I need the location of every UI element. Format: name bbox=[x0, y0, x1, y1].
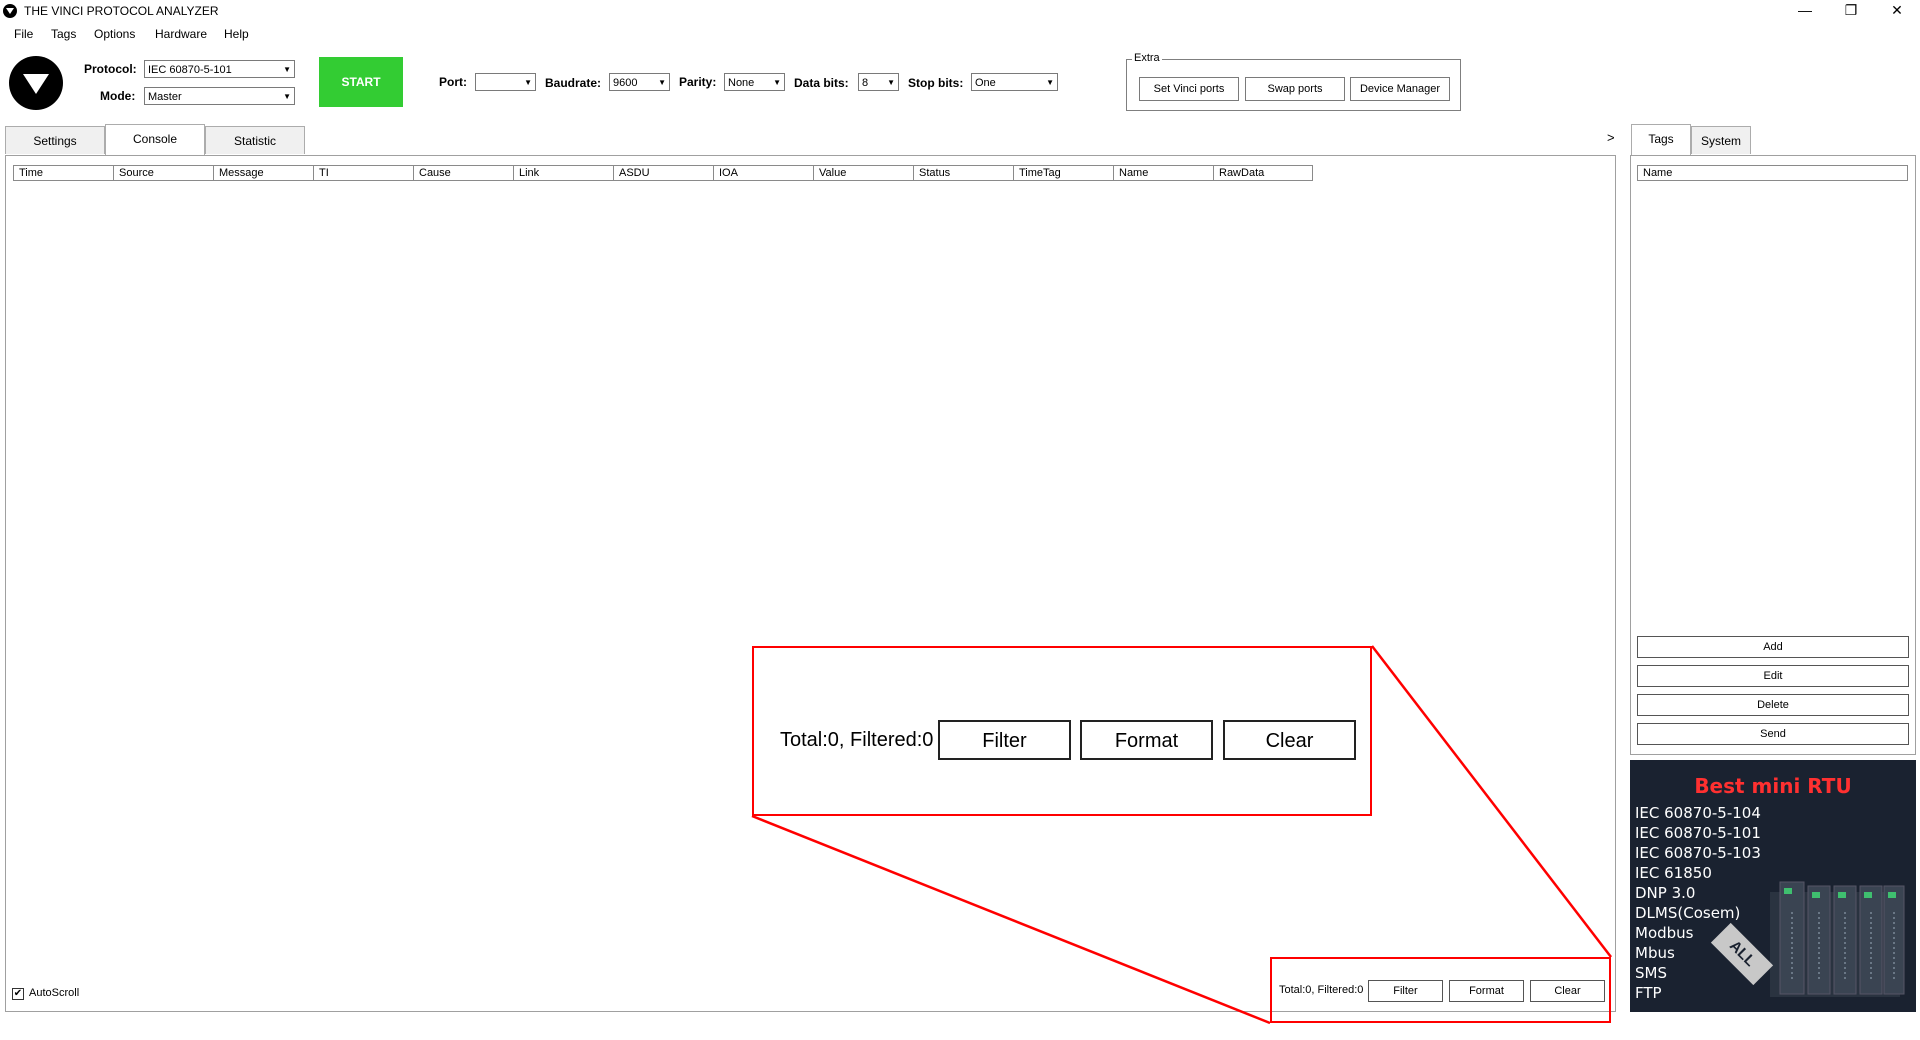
expand-arrow-icon[interactable]: > bbox=[1607, 130, 1615, 145]
ad-line: IEC 60870-5-101 bbox=[1635, 824, 1761, 842]
ad-line: IEC 61850 bbox=[1635, 864, 1712, 882]
zoom-clear-button: Clear bbox=[1223, 720, 1356, 760]
baudrate-label: Baudrate: bbox=[545, 76, 602, 90]
tab-statistic[interactable]: Statistic bbox=[205, 126, 305, 154]
extra-legend: Extra bbox=[1132, 52, 1162, 64]
tab-console[interactable]: Console bbox=[105, 124, 205, 155]
mode-value: Master bbox=[148, 91, 182, 103]
chevron-down-icon: ▼ bbox=[773, 78, 781, 87]
ad-banner[interactable]: Best mini RTU IEC 60870-5-104 IEC 60870-… bbox=[1630, 760, 1916, 1012]
ad-line: IEC 60870-5-103 bbox=[1635, 844, 1761, 862]
column-header-cause[interactable]: Cause bbox=[413, 165, 513, 181]
swap-ports-button[interactable]: Swap ports bbox=[1245, 77, 1345, 101]
ad-tag-label: ALL bbox=[1710, 922, 1774, 986]
column-header-value[interactable]: Value bbox=[813, 165, 913, 181]
minimize-button[interactable]: — bbox=[1782, 0, 1828, 22]
mode-select[interactable]: Master ▼ bbox=[144, 87, 295, 105]
column-header-rawdata[interactable]: RawData bbox=[1213, 165, 1313, 181]
menu-file[interactable]: File bbox=[14, 27, 33, 41]
delete-tag-button[interactable]: Delete bbox=[1637, 694, 1909, 716]
chevron-down-icon: ▼ bbox=[524, 78, 532, 87]
baudrate-select[interactable]: 9600 ▼ bbox=[609, 73, 670, 91]
ad-line: FTP bbox=[1635, 984, 1662, 1002]
tab-system[interactable]: System bbox=[1691, 126, 1751, 154]
menu-tags[interactable]: Tags bbox=[51, 27, 76, 41]
column-header-source[interactable]: Source bbox=[113, 165, 213, 181]
vinci-logo-icon bbox=[9, 56, 63, 110]
edit-tag-button[interactable]: Edit bbox=[1637, 665, 1909, 687]
stopbits-value: One bbox=[975, 77, 996, 89]
port-select[interactable]: ▼ bbox=[475, 73, 536, 91]
parity-select[interactable]: None ▼ bbox=[724, 73, 785, 91]
send-tag-button[interactable]: Send bbox=[1637, 723, 1909, 745]
chevron-down-icon: ▼ bbox=[1046, 78, 1054, 87]
column-header-time[interactable]: Time bbox=[13, 165, 113, 181]
column-header-asdu[interactable]: ASDU bbox=[613, 165, 713, 181]
start-button[interactable]: START bbox=[319, 57, 403, 107]
device-manager-button[interactable]: Device Manager bbox=[1350, 77, 1450, 101]
chevron-down-icon: ▼ bbox=[658, 78, 666, 87]
ad-title: Best mini RTU bbox=[1694, 774, 1852, 798]
column-header-link[interactable]: Link bbox=[513, 165, 613, 181]
ad-line: Modbus bbox=[1635, 924, 1694, 942]
window-title: THE VINCI PROTOCOL ANALYZER bbox=[24, 4, 219, 18]
stopbits-select[interactable]: One ▼ bbox=[971, 73, 1058, 91]
zoom-total-filtered-count: Total:0, Filtered:0 bbox=[780, 729, 934, 751]
menu-hardware[interactable]: Hardware bbox=[155, 27, 207, 41]
menu-help[interactable]: Help bbox=[224, 27, 249, 41]
rtu-device-image bbox=[1770, 881, 1905, 997]
add-tag-button[interactable]: Add bbox=[1637, 636, 1909, 658]
column-header-status[interactable]: Status bbox=[913, 165, 1013, 181]
ad-line: DLMS(Cosem) bbox=[1635, 904, 1741, 922]
protocol-value: IEC 60870-5-101 bbox=[148, 64, 232, 76]
tab-tags[interactable]: Tags bbox=[1631, 124, 1691, 155]
ad-line: SMS bbox=[1635, 964, 1667, 982]
chevron-down-icon: ▼ bbox=[283, 92, 291, 101]
ad-line: IEC 60870-5-104 bbox=[1635, 804, 1761, 822]
autoscroll-checkbox[interactable]: ✔ bbox=[12, 988, 24, 1000]
console-panel bbox=[5, 155, 1616, 1012]
column-header-timetag[interactable]: TimeTag bbox=[1013, 165, 1113, 181]
app-logo-icon bbox=[3, 4, 17, 18]
zoom-source-highlight bbox=[1270, 957, 1611, 1023]
databits-value: 8 bbox=[862, 77, 869, 89]
baudrate-value: 9600 bbox=[613, 77, 638, 89]
parity-value: None bbox=[728, 77, 755, 89]
restore-button[interactable]: ❐ bbox=[1828, 0, 1874, 22]
parity-label: Parity: bbox=[679, 75, 717, 89]
menu-options[interactable]: Options bbox=[94, 27, 135, 41]
column-header-ioa[interactable]: IOA bbox=[713, 165, 813, 181]
title-bar: THE VINCI PROTOCOL ANALYZER — ❐ ✕ bbox=[0, 0, 1920, 22]
databits-select[interactable]: 8 ▼ bbox=[858, 73, 899, 91]
close-button[interactable]: ✕ bbox=[1874, 0, 1920, 22]
protocol-label: Protocol: bbox=[84, 62, 137, 76]
column-header-message[interactable]: Message bbox=[213, 165, 313, 181]
databits-label: Data bits: bbox=[794, 76, 849, 90]
zoom-filter-button: Filter bbox=[938, 720, 1071, 760]
column-header-ti[interactable]: TI bbox=[313, 165, 413, 181]
port-label: Port: bbox=[439, 75, 467, 89]
stopbits-label: Stop bits: bbox=[908, 76, 964, 90]
mode-label: Mode: bbox=[100, 89, 136, 103]
column-header-name[interactable]: Name bbox=[1113, 165, 1213, 181]
chevron-down-icon: ▼ bbox=[887, 78, 895, 87]
chevron-down-icon: ▼ bbox=[283, 65, 291, 74]
zoom-format-button: Format bbox=[1080, 720, 1213, 760]
ad-line: Mbus bbox=[1635, 944, 1675, 962]
column-header-tag-name[interactable]: Name bbox=[1637, 165, 1908, 181]
set-vinci-ports-button[interactable]: Set Vinci ports bbox=[1139, 77, 1239, 101]
ad-line: DNP 3.0 bbox=[1635, 884, 1696, 902]
protocol-select[interactable]: IEC 60870-5-101 ▼ bbox=[144, 60, 295, 78]
tab-settings[interactable]: Settings bbox=[5, 126, 105, 154]
autoscroll-label: AutoScroll bbox=[29, 987, 80, 999]
